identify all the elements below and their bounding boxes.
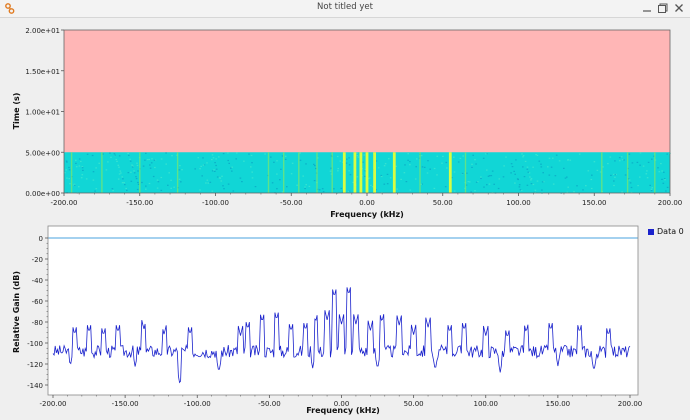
spectrum-plot[interactable]: 0 -20 -40 -60 -80 -100 -120 -140 -200.00 -150.00…	[0, 0, 690, 420]
spectrum-xtick-label: 100.00	[474, 400, 499, 408]
spectrum-ytick-label: -120	[27, 361, 43, 369]
spectrum-xtick-label: 200.00	[618, 400, 643, 408]
spectrum-ytick-label: -60	[32, 298, 43, 306]
spectrum-ytick-label: -40	[32, 277, 43, 285]
legend-label: Data 0	[657, 227, 684, 236]
spectrum-xtick-label: -150.00	[112, 400, 139, 408]
spectrum-xtick-label: 150.00	[546, 400, 571, 408]
spectrum-legend[interactable]: Data 0	[644, 226, 688, 240]
spectrum-xtick-label: -100.00	[184, 400, 211, 408]
spectrum-xtick-label: -200.00	[39, 400, 66, 408]
legend-swatch	[648, 229, 654, 235]
spectrum-ytick-label: -20	[32, 256, 43, 264]
spectrum-ylabel: Relative Gain (dB)	[12, 271, 21, 353]
spectrum-xlabel: Frequency (kHz)	[306, 406, 380, 415]
spectrum-ytick-label: 0	[39, 235, 43, 243]
spectrum-ytick-label: -100	[27, 340, 43, 348]
spectrum-ytick-label: -140	[27, 382, 43, 390]
spectrum-ytick-label: -80	[32, 319, 43, 327]
spectrum-xtick-label: -50.00	[258, 400, 281, 408]
spectrum-xtick-label: 50.00	[404, 400, 424, 408]
